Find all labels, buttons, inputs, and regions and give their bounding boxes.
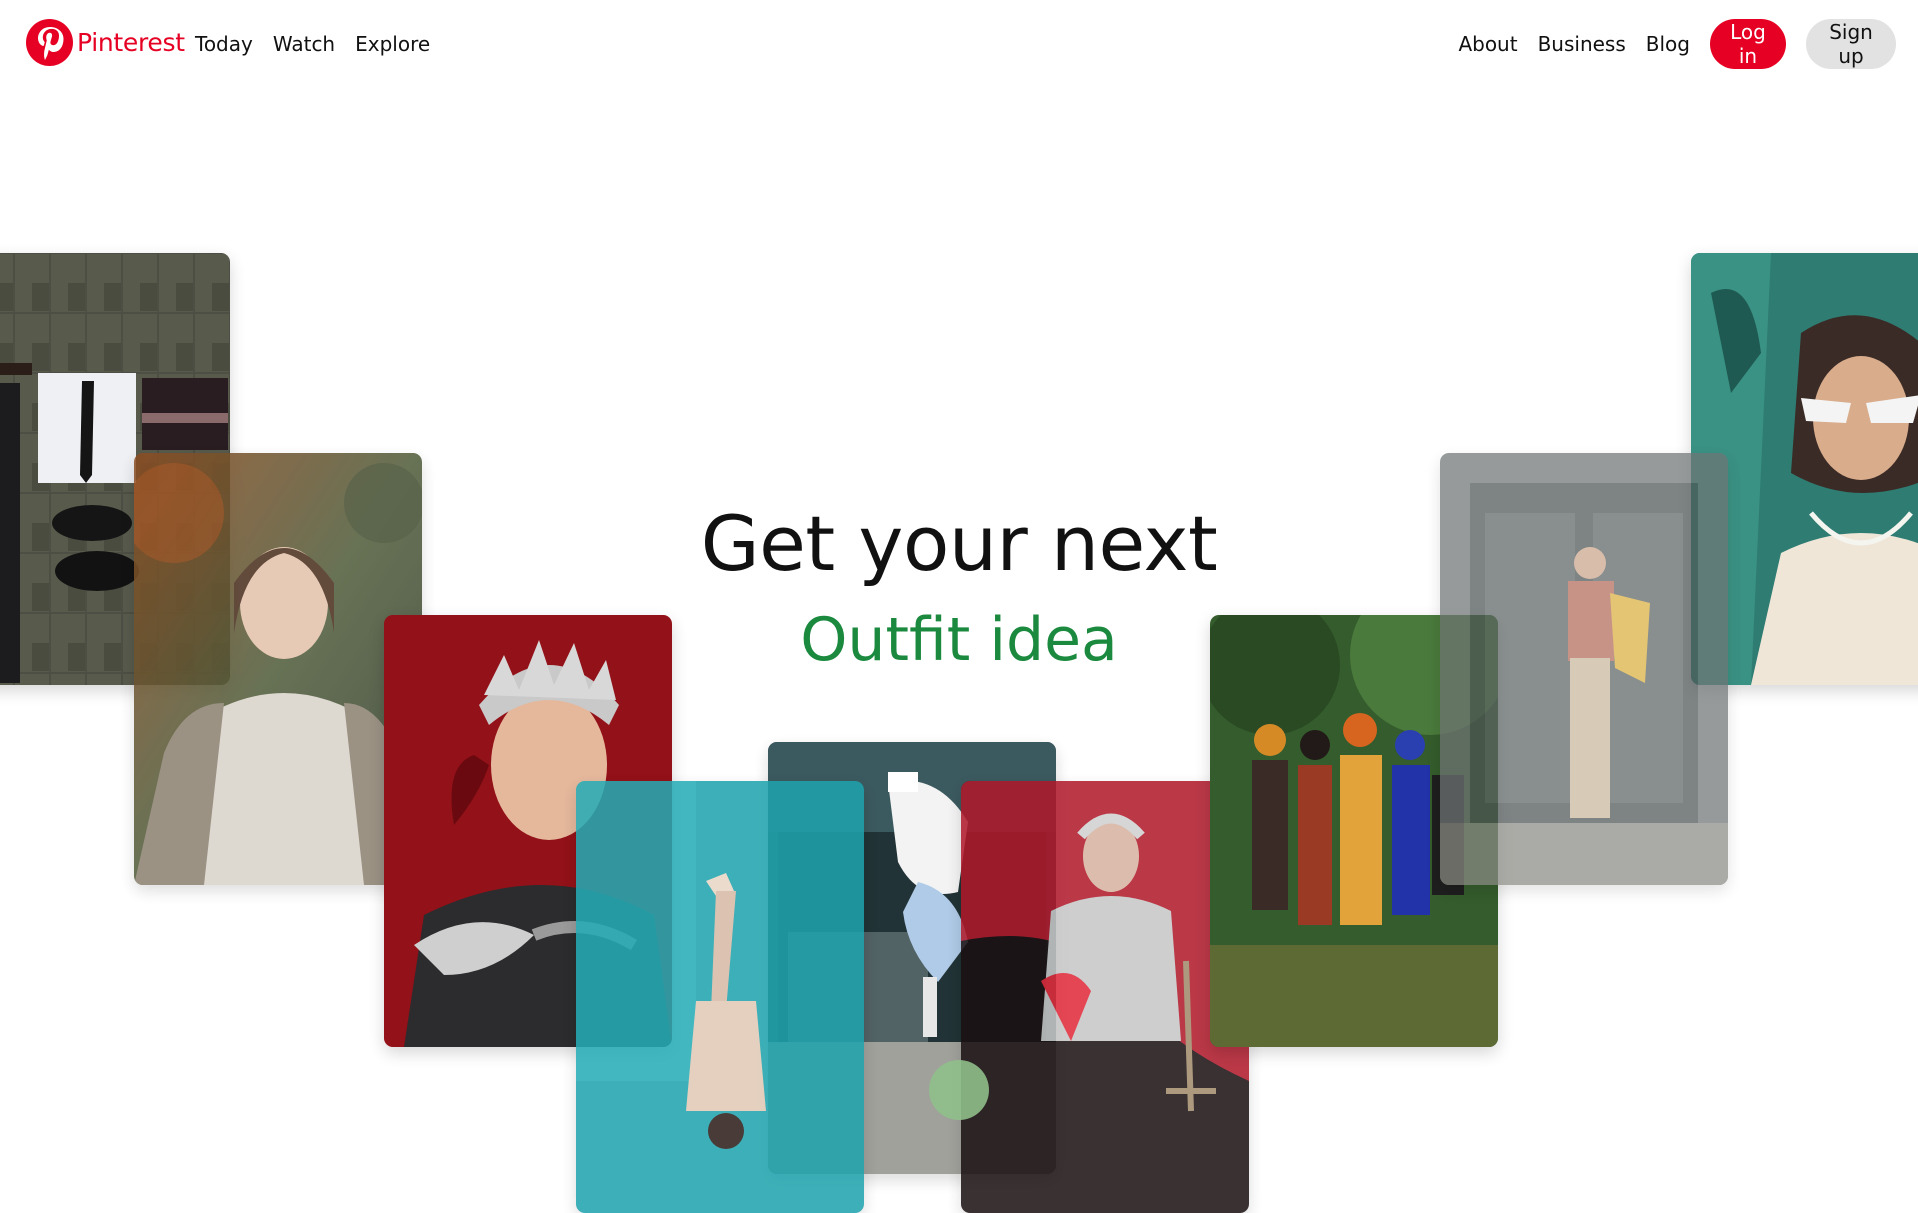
pinterest-logo-icon (26, 19, 73, 66)
hero-title: Get your next (700, 499, 1218, 588)
nav-about[interactable]: About (1458, 32, 1517, 56)
logo-wordmark: Pinterest (77, 28, 185, 57)
top-navigation-bar: Pinterest Today Watch Explore About Busi… (0, 0, 1918, 88)
nav-blog[interactable]: Blog (1646, 32, 1690, 56)
login-button[interactable]: Log in (1710, 19, 1786, 69)
pin-warrior-red[interactable] (961, 781, 1249, 1213)
hero-subtitle: Outfit idea (800, 605, 1118, 675)
scroll-down-button[interactable] (929, 1060, 989, 1120)
nav-explore[interactable]: Explore (355, 32, 430, 56)
pin-upside-down-teal[interactable] (576, 781, 864, 1213)
nav-today[interactable]: Today (195, 32, 253, 56)
secondary-nav: About Business Blog Log in Sign up (1458, 0, 1896, 88)
action-image (576, 781, 864, 1213)
nav-watch[interactable]: Watch (273, 32, 335, 56)
signup-button[interactable]: Sign up (1806, 19, 1896, 69)
primary-nav: Today Watch Explore (195, 0, 430, 88)
nav-business[interactable]: Business (1538, 32, 1626, 56)
pinterest-logo-link[interactable]: Pinterest (26, 19, 185, 66)
portrait-image (961, 781, 1249, 1213)
